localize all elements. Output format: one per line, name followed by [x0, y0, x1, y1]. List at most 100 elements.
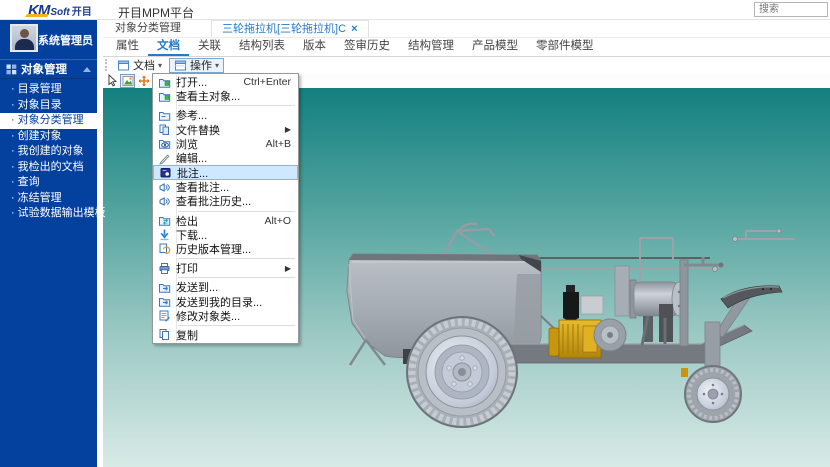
sidebar-group-object-management[interactable]: 对象管理	[0, 59, 97, 79]
menu-item-history-version[interactable]: 历史版本管理...	[153, 242, 298, 256]
sidebar-item-4[interactable]: ·我创建的对象	[0, 144, 97, 160]
sidebar-item-label: 查询	[18, 176, 40, 188]
menu-item-view-annotation[interactable]: 查看批注...	[153, 180, 298, 194]
tab-label: 三轮拖拉机[三轮拖拉机]C	[222, 23, 346, 35]
menu-item-open[interactable]: 打开...Ctrl+Enter	[153, 75, 298, 89]
menu-item-label: 批注...	[177, 165, 208, 181]
subtab-structure-list[interactable]: 结构列表	[230, 38, 294, 56]
sidebar-item-1[interactable]: ·对象目录	[0, 98, 97, 114]
subtab-part-model[interactable]: 零部件模型	[527, 38, 603, 56]
top-header: KMSoft开目 开目MPM平台	[0, 0, 830, 20]
sidebar-item-label: 我创建的对象	[18, 145, 84, 157]
app-title: 开目MPM平台	[118, 4, 194, 21]
grid-icon	[6, 64, 17, 75]
subtab-relations[interactable]: 关联	[189, 38, 230, 56]
menu-item-view-master-object[interactable]: 查看主对象...	[153, 89, 298, 103]
pencil-icon-slot	[153, 152, 176, 165]
search-input[interactable]	[754, 2, 828, 17]
menu-item-label: 查看主对象...	[176, 88, 240, 104]
subtab-versions[interactable]: 版本	[294, 38, 335, 56]
open-folder-icon	[158, 76, 171, 89]
checkout-folder-icon	[158, 214, 171, 227]
select-cursor-tool[interactable]	[104, 74, 119, 88]
subtab-documents[interactable]: 文档	[148, 38, 189, 56]
copy-pages-icon	[158, 328, 171, 341]
tab-three-wheel-tractor[interactable]: 三轮拖拉机[三轮拖拉机]C ×	[211, 20, 369, 37]
move-cross-icon	[138, 75, 150, 87]
document-menu-button[interactable]: 文档 ▾	[112, 58, 167, 73]
history-page-icon	[158, 242, 171, 255]
tab-label: 对象分类管理	[115, 22, 181, 34]
download-arrow-icon	[158, 228, 171, 241]
km-soft-logo: KMSoft开目	[28, 2, 92, 19]
bullet-icon: ·	[11, 99, 15, 111]
menu-item-view-annotation-history[interactable]: 查看批注历史...	[153, 194, 298, 208]
sidebar-item-6[interactable]: ·查询	[0, 175, 97, 191]
folder-icon-slot	[153, 109, 176, 122]
send-folder-icon	[158, 281, 171, 294]
pan-tool[interactable]	[136, 74, 151, 88]
sidebar-item-label: 创建对象	[18, 130, 62, 142]
tab-object-classification[interactable]: 对象分类管理	[105, 20, 191, 37]
modify-page-icon-slot	[153, 309, 176, 322]
sidebar-item-3[interactable]: ·创建对象	[0, 129, 97, 145]
send-folder-icon	[158, 295, 171, 308]
menu-item-download[interactable]: 下载...	[153, 228, 298, 242]
sidebar-item-label: 我检出的文档	[18, 161, 84, 173]
user-avatar	[10, 24, 38, 52]
horn-icon-slot	[153, 195, 176, 208]
open-folder-icon-slot	[153, 76, 176, 89]
menu-item-file-replace[interactable]: 文件替换▶	[153, 123, 298, 137]
subtab-properties[interactable]: 属性	[107, 38, 148, 56]
cursor-icon	[106, 74, 118, 87]
sidebar-item-2[interactable]: ·对象分类管理	[0, 113, 97, 129]
horn-icon-slot	[153, 181, 176, 194]
menu-item-print[interactable]: 打印 ▶	[153, 261, 298, 275]
subtab-approval-history[interactable]: 签审历史	[335, 38, 399, 56]
menu-shortcut: Alt+B	[266, 138, 298, 150]
menu-item-copy[interactable]: 复制	[153, 328, 298, 342]
subtab-structure-management[interactable]: 结构管理	[399, 38, 463, 56]
menu-item-label: 历史版本管理...	[176, 241, 251, 257]
menu-item-annotate[interactable]: 批注...	[153, 165, 298, 180]
menu-item-modify-object-class[interactable]: 修改对象类...	[153, 309, 298, 323]
logo-km-icon: KM	[28, 2, 49, 19]
menu-separator	[178, 258, 295, 259]
browse-folder-icon-slot	[153, 137, 176, 150]
sidebar-items: ·目录管理·对象目录·对象分类管理·创建对象·我创建的对象·我检出的文档·查询·…	[0, 82, 97, 222]
dropdown-arrow-icon: ▾	[158, 61, 162, 70]
submenu-arrow-icon: ▶	[285, 125, 298, 134]
sidebar-item-7[interactable]: ·冻结管理	[0, 191, 97, 207]
toolbar-grip	[105, 59, 109, 71]
user-name: 系统管理员	[38, 32, 93, 48]
menu-item-reference[interactable]: 参考...	[153, 108, 298, 122]
menu-item-send-to-my-folder[interactable]: 发送到我的目录...	[153, 294, 298, 308]
operation-menu: 打开...Ctrl+Enter查看主对象... 参考...文件替换▶浏览Alt+B…	[152, 73, 299, 344]
tab-close-icon[interactable]: ×	[351, 23, 357, 35]
submenu-arrow-icon: ▶	[285, 264, 298, 273]
menu-item-label: 查看批注历史...	[176, 193, 251, 209]
menu-item-check-out[interactable]: 检出Alt+O	[153, 214, 298, 228]
subtab-product-model[interactable]: 产品模型	[463, 38, 527, 56]
menu-item-send-to[interactable]: 发送到...	[153, 280, 298, 294]
history-page-icon-slot	[153, 242, 176, 255]
fit-view-icon	[122, 75, 134, 87]
sidebar-item-5[interactable]: ·我检出的文档	[0, 160, 97, 176]
fit-view-tool[interactable]	[120, 74, 135, 88]
menu-item-browse[interactable]: 浏览Alt+B	[153, 137, 298, 151]
sidebar-item-0[interactable]: ·目录管理	[0, 82, 97, 98]
menu-item-edit[interactable]: 编辑...	[153, 151, 298, 165]
bullet-icon: ·	[11, 207, 15, 219]
menu-shortcut: Alt+O	[264, 215, 298, 227]
file-replace-icon-slot	[153, 123, 176, 136]
menu-item-label: 打印	[176, 260, 198, 276]
open-folder-icon-slot	[153, 90, 176, 103]
dropdown-arrow-icon: ▾	[215, 61, 219, 70]
bullet-icon: ·	[11, 114, 15, 126]
annotate-note-icon-slot	[154, 166, 177, 179]
sidebar-item-8[interactable]: ·试验数据输出模板	[0, 206, 97, 222]
browse-folder-icon	[158, 137, 171, 150]
menu-item-label: 复制	[176, 327, 198, 343]
bullet-icon: ·	[11, 161, 15, 173]
operation-menu-button[interactable]: 操作 ▾	[169, 58, 224, 73]
